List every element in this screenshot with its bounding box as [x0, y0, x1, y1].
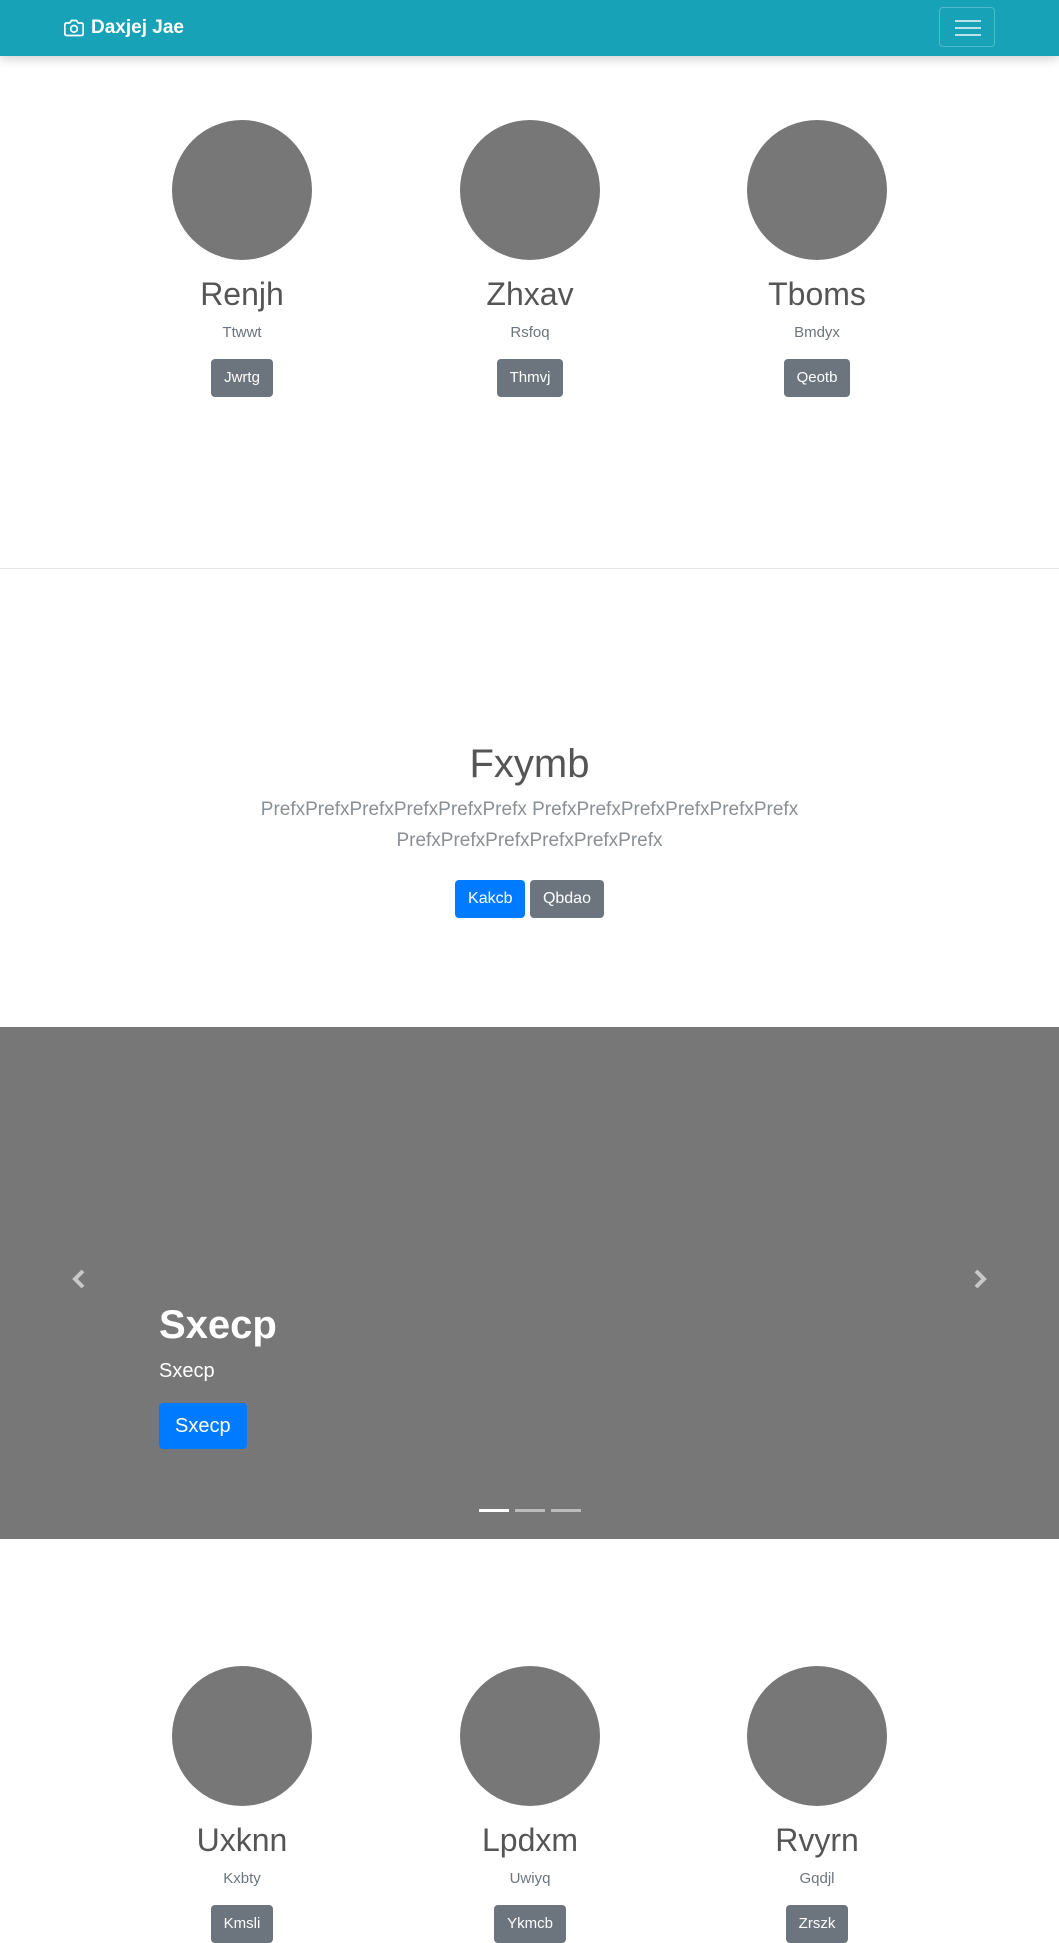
navbar-brand[interactable]: Daxjej Jae — [64, 15, 184, 41]
avatar-placeholder — [460, 120, 600, 260]
carousel-prev-button[interactable] — [64, 1264, 94, 1294]
card-name: Tboms — [768, 276, 866, 312]
profile-card: Rvyrn Gqdjl Zrszk — [673, 1666, 961, 1943]
jumbotron-buttons: Kakcb Qbdao — [0, 880, 1059, 918]
card-button[interactable]: Ykmcb — [494, 1905, 566, 1943]
navbar-toggler-button[interactable] — [939, 7, 995, 47]
profile-card: Zhxav Rsfoq Thmvj — [386, 120, 674, 397]
jumbotron-secondary-button[interactable]: Qbdao — [529, 880, 604, 918]
navbar: Daxjej Jae — [0, 0, 1059, 56]
card-name: Renjh — [200, 276, 284, 312]
card-subtitle: Bmdyx — [794, 324, 840, 341]
profile-card: Lpdxm Uwiyq Ykmcb — [386, 1666, 674, 1943]
carousel-indicators — [0, 1509, 1059, 1512]
carousel-caption-button[interactable]: Sxecp — [159, 1403, 247, 1449]
camera-icon — [64, 19, 84, 37]
card-button[interactable]: Zrszk — [785, 1905, 849, 1943]
avatar-placeholder — [172, 120, 312, 260]
carousel-caption-title: Sxecp — [159, 1303, 277, 1347]
profile-card: Renjh Ttwwt Jwrtg — [98, 120, 386, 397]
card-button[interactable]: Kmsli — [210, 1905, 274, 1943]
card-subtitle: Kxbty — [223, 1870, 261, 1887]
card-name: Zhxav — [486, 276, 574, 312]
carousel-next-button[interactable] — [965, 1264, 995, 1294]
card-button[interactable]: Thmvj — [496, 359, 564, 397]
card-subtitle: Uwiyq — [509, 1870, 551, 1887]
carousel-indicator[interactable] — [514, 1509, 545, 1512]
jumbotron-primary-button[interactable]: Kakcb — [455, 880, 526, 918]
jumbotron-title: Fxymb — [469, 742, 590, 786]
carousel-caption-text: Sxecp — [159, 1360, 215, 1382]
card-name: Uxknn — [196, 1822, 288, 1858]
brand-name: Daxjej Jae — [91, 17, 184, 38]
jumbotron: Fxymb PrefxPrefxPrefxPrefxPrefxPrefx Pre… — [0, 740, 1059, 918]
card-subtitle: Ttwwt — [222, 324, 262, 341]
profile-card: Tboms Bmdyx Qeotb — [673, 120, 961, 397]
profile-card: Uxknn Kxbty Kmsli — [98, 1666, 386, 1943]
chevron-right-icon — [974, 1269, 987, 1289]
carousel-indicator[interactable] — [550, 1509, 581, 1512]
card-button[interactable]: Qeotb — [783, 359, 851, 397]
carousel: Sxecp Sxecp Sxecp — [0, 1027, 1059, 1539]
chevron-left-icon — [72, 1269, 85, 1289]
avatar-placeholder — [747, 120, 887, 260]
card-subtitle: Gqdjl — [799, 1870, 835, 1887]
card-name: Rvyrn — [775, 1822, 859, 1858]
card-name: Lpdxm — [481, 1822, 579, 1858]
carousel-indicator[interactable] — [478, 1509, 509, 1512]
card-button[interactable]: Jwrtg — [211, 359, 273, 397]
jumbotron-lead: PrefxPrefxPrefxPrefxPrefxPrefx PrefxPref… — [260, 799, 799, 851]
avatar-placeholder — [747, 1666, 887, 1806]
avatar-placeholder — [460, 1666, 600, 1806]
section-divider — [0, 568, 1059, 569]
card-subtitle: Rsfoq — [510, 324, 550, 341]
avatar-placeholder — [172, 1666, 312, 1806]
